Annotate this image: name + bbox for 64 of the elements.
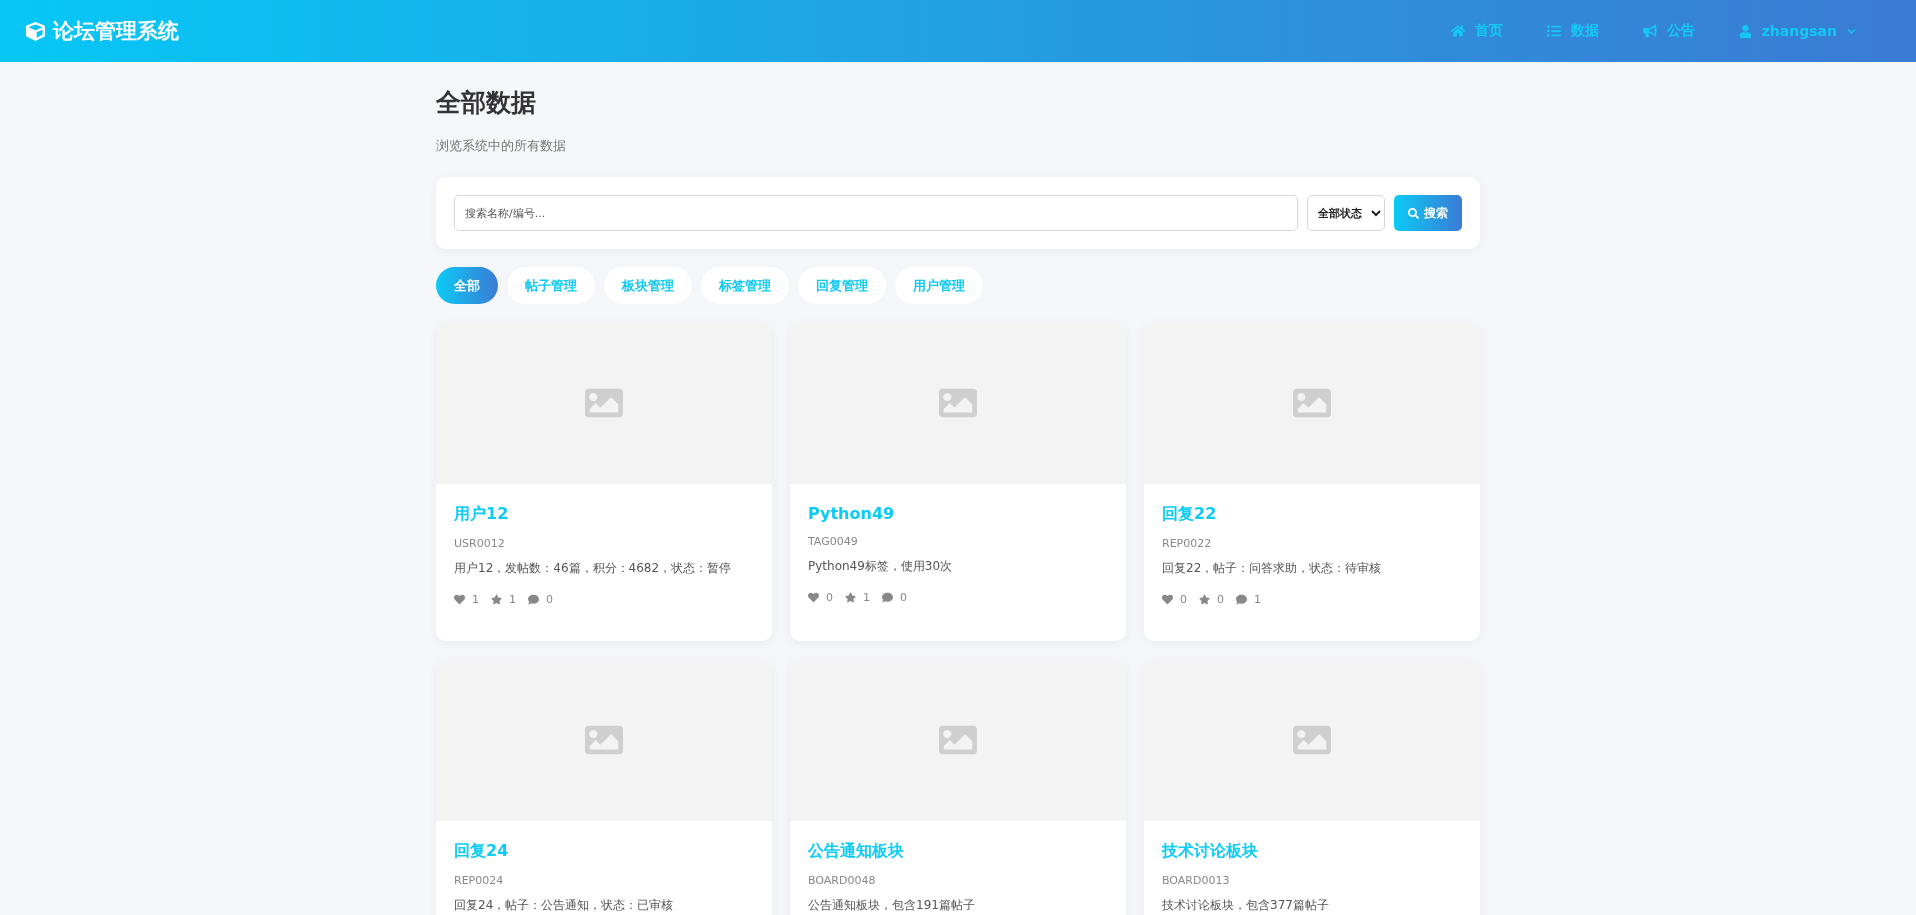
stat-count: 1 [1254,593,1261,606]
page-subtitle: 浏览系统中的所有数据 [436,137,567,155]
search-button[interactable]: 搜索 [1394,195,1462,231]
card-description: Python49标签，使用30次 [808,558,954,575]
card-code: USR0012 [454,537,506,550]
megaphone-icon [1642,24,1657,38]
star-icon [1199,594,1210,605]
nav-link[interactable]: 首页 [1450,22,1503,40]
star-icon [491,594,502,605]
card-description: 回复22，帖子：问答求助，状态：待审核 [1162,560,1383,577]
comment-icon [1236,594,1247,605]
heart-icon [454,594,465,605]
page-title: 全部数据 [436,87,537,119]
heart-icon [1162,594,1173,605]
list-icon [1546,24,1561,38]
card-code: REP0024 [454,874,505,887]
stat-count: 0 [1180,593,1187,606]
status-select[interactable]: 全部状态 [1307,195,1385,231]
search-icon [1408,207,1419,219]
category-tab[interactable]: 用户管理 [895,267,983,304]
home-icon [1450,24,1465,38]
card-description: 用户12，发帖数：46篇，积分：4682，状态：暂停 [454,560,733,577]
card-description: 公告通知板块，包含191篇帖子 [808,897,976,914]
stat-count: 0 [546,593,553,606]
category-tab[interactable]: 全部 [436,267,498,304]
stat-count: 1 [472,593,479,606]
stat-count: 0 [900,591,907,604]
data-card[interactable]: 回复22 REP0022 回复22，帖子：问答求助，状态：待审核 0 0 1 [1144,322,1480,641]
stat-count: 1 [863,591,870,604]
nav-link[interactable]: 公告 [1642,22,1695,40]
data-card[interactable]: 用户12 USR0012 用户12，发帖数：46篇，积分：4682，状态：暂停 1 1 0 [436,322,772,641]
card-code: BOARD0013 [1162,874,1231,887]
data-card[interactable]: 公告通知板块 BOARD0048 公告通知板块，包含191篇帖子 [790,659,1126,915]
card-title: 技术讨论板块 [1162,841,1259,862]
card-code: TAG0049 [808,535,859,548]
category-tab[interactable]: 标签管理 [701,267,789,304]
category-tab[interactable]: 回复管理 [798,267,886,304]
data-card[interactable]: Python49 TAG0049 Python49标签，使用30次 0 1 0 [790,322,1126,641]
card-title: 回复22 [1162,504,1218,525]
card-code: BOARD0048 [808,874,877,887]
card-code: REP0022 [1162,537,1213,550]
cube-icon [26,21,45,41]
stat-count: 1 [509,593,516,606]
heart-icon [808,592,819,603]
data-card[interactable]: 技术讨论板块 BOARD0013 技术讨论板块，包含377篇帖子 [1144,659,1480,915]
nav-link[interactable]: zhangsan [1738,23,1856,39]
nav-link[interactable]: 数据 [1546,22,1599,40]
card-title: Python49 [808,504,896,523]
search-field[interactable]: 搜索名称/编号... [454,195,1298,231]
category-tab[interactable]: 板块管理 [604,267,692,304]
card-title: 公告通知板块 [808,841,905,862]
card-title: 回复24 [454,841,510,862]
card-description: 技术讨论板块，包含377篇帖子 [1162,897,1330,914]
stat-count: 0 [1217,593,1224,606]
comment-icon [528,594,539,605]
category-tab[interactable]: 帖子管理 [507,267,595,304]
stat-count: 0 [826,591,833,604]
comment-icon [882,592,893,603]
card-description: 回复24，帖子：公告通知，状态：已审核 [454,897,675,914]
card-title: 用户12 [454,504,510,525]
data-card[interactable]: 回复24 REP0024 回复24，帖子：公告通知，状态：已审核 [436,659,772,915]
user-icon [1738,24,1752,38]
brand-title: 论坛管理系统 [53,18,179,45]
star-icon [845,592,856,603]
